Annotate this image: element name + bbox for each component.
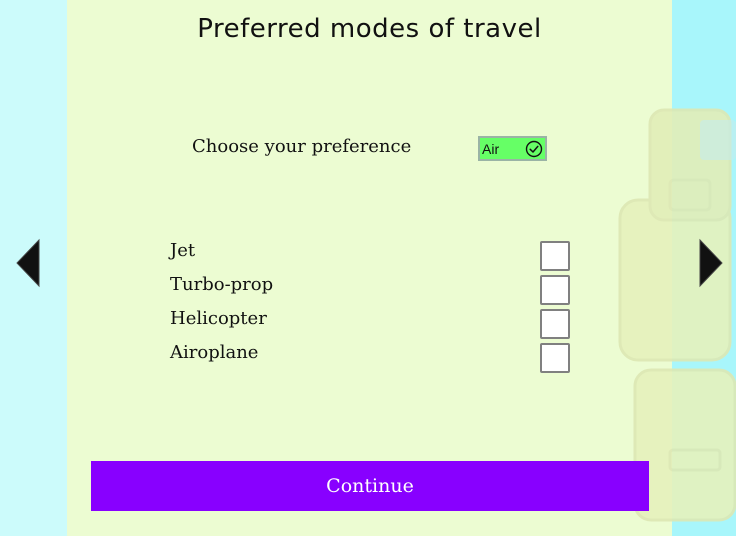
triangle-right-icon[interactable]: [698, 238, 724, 288]
content-panel: [67, 0, 672, 536]
option-label-airoplane: Airoplane: [170, 342, 259, 363]
continue-button[interactable]: Continue: [91, 461, 649, 511]
option-label-jet: Jet: [170, 240, 196, 261]
triangle-left-icon[interactable]: [15, 238, 41, 288]
preference-select[interactable]: Air: [478, 136, 547, 161]
option-checkbox-jet[interactable]: [540, 241, 570, 271]
option-checkbox-turbo-prop[interactable]: [540, 275, 570, 305]
preference-selected-value: Air: [482, 140, 500, 157]
page: Preferred modes of travel Choose your pr…: [0, 0, 736, 536]
option-label-turbo-prop: Turbo-prop: [170, 274, 274, 295]
page-title: Preferred modes of travel: [197, 14, 542, 44]
check-circle-icon: [525, 140, 543, 157]
preference-label: Choose your preference: [192, 136, 412, 157]
option-checkbox-airoplane[interactable]: [540, 343, 570, 373]
option-label-helicopter: Helicopter: [170, 308, 267, 329]
option-checkbox-helicopter[interactable]: [540, 309, 570, 339]
